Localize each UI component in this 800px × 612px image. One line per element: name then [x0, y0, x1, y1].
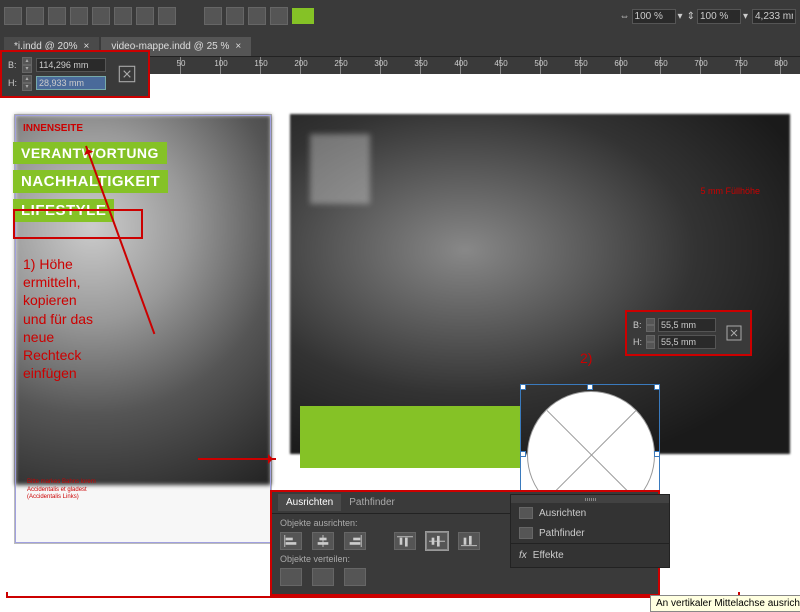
title-bar: NACHHALTIGKEIT: [13, 170, 168, 193]
stepper-icon[interactable]: ▴▾: [22, 57, 32, 73]
constrain-icon[interactable]: [724, 316, 744, 350]
fill-swatch[interactable]: [292, 8, 314, 24]
stepper-icon[interactable]: [646, 318, 655, 332]
panel-item-label: Pathfinder: [539, 528, 585, 539]
align-right-button[interactable]: [344, 532, 366, 550]
annotation-arrow: [198, 458, 276, 460]
tool-icon[interactable]: [4, 7, 22, 25]
height-input[interactable]: [36, 76, 106, 90]
constrain-icon[interactable]: [112, 56, 142, 92]
annotation-box: [13, 209, 143, 239]
distribute-button[interactable]: [280, 568, 302, 586]
document-page: INNENSEITE VERANTWORTUNG NACHHALTIGKEIT …: [14, 114, 272, 544]
workspace: INNENSEITE VERANTWORTUNG NACHHALTIGKEIT …: [0, 74, 800, 600]
tool-icon[interactable]: [48, 7, 66, 25]
panel-item-label: Effekte: [533, 550, 564, 561]
selection-handle[interactable]: [654, 451, 660, 457]
scale-y-field[interactable]: ⇕▾: [687, 9, 748, 24]
distribute-buttons: [272, 568, 658, 586]
image-highlight: [310, 134, 370, 204]
coord-input[interactable]: [752, 9, 796, 24]
tool-icon[interactable]: [204, 7, 222, 25]
pathfinder-icon: [519, 527, 533, 539]
wh-panel-annotation: B: ▴▾ H: ▴▾: [0, 50, 150, 98]
tool-icon[interactable]: [158, 7, 176, 25]
panel-strip: Ausrichten Pathfinder fx Effekte: [510, 494, 670, 568]
width-label: B:: [8, 60, 18, 70]
panel-grip[interactable]: [511, 495, 669, 503]
distribute-button[interactable]: [344, 568, 366, 586]
width-label: B:: [633, 320, 643, 330]
tab-close-icon[interactable]: ×: [235, 41, 241, 52]
tool-icon[interactable]: [248, 7, 266, 25]
scale-y-input[interactable]: [697, 9, 741, 24]
align-left-button[interactable]: [280, 532, 302, 550]
width-input[interactable]: [36, 58, 106, 72]
tool-icon[interactable]: [136, 7, 154, 25]
scale-x-input[interactable]: [632, 9, 676, 24]
height-label: H:: [8, 78, 18, 88]
page-caption: Bitte markes Bahns lorem Accidentalis et…: [27, 479, 96, 501]
tool-icon[interactable]: [114, 7, 132, 25]
height-input[interactable]: [658, 335, 716, 349]
selection-handle[interactable]: [520, 384, 526, 390]
tool-icon[interactable]: [70, 7, 88, 25]
align-vcenter-button[interactable]: [426, 532, 448, 550]
selection-handle[interactable]: [520, 451, 526, 457]
tool-icon[interactable]: [226, 7, 244, 25]
panel-item-ausrichten[interactable]: Ausrichten: [511, 503, 669, 523]
main-toolbar: ⇔▾ ⇕▾: [0, 0, 800, 32]
selection-handle[interactable]: [587, 384, 593, 390]
align-bottom-button[interactable]: [458, 532, 480, 550]
coord-field[interactable]: [752, 9, 796, 24]
scale-x-field[interactable]: ⇔▾: [620, 9, 683, 24]
tool-icon[interactable]: [92, 7, 110, 25]
green-rectangle-object[interactable]: [300, 406, 520, 468]
panel-item-effekte[interactable]: fx Effekte: [511, 543, 669, 567]
panel-item-label: Ausrichten: [539, 508, 586, 519]
height-label: H:: [633, 337, 643, 347]
annotation-number: 2): [580, 350, 592, 366]
wh-panel-annotation-2: B: H:: [625, 310, 752, 356]
tooltip: An vertikaler Mittelachse ausricht: [650, 595, 800, 612]
tool-icon[interactable]: [26, 7, 44, 25]
page-label: INNENSEITE: [23, 123, 83, 134]
annotation-text: 1) Höhe ermitteln, kopieren und für das …: [23, 255, 93, 382]
tab-ausrichten[interactable]: Ausrichten: [278, 494, 341, 511]
align-icon: [519, 507, 533, 519]
tool-icon[interactable]: [270, 7, 288, 25]
align-top-button[interactable]: [394, 532, 416, 550]
align-hcenter-button[interactable]: [312, 532, 334, 550]
stepper-icon[interactable]: ▴▾: [22, 75, 32, 91]
width-input[interactable]: [658, 318, 716, 332]
panel-item-pathfinder[interactable]: Pathfinder: [511, 523, 669, 543]
annotation-label: 5 mm Füllhöhe: [700, 186, 760, 196]
selection-handle[interactable]: [654, 384, 660, 390]
fx-icon: fx: [519, 550, 527, 561]
tab-pathfinder[interactable]: Pathfinder: [341, 494, 403, 511]
distribute-button[interactable]: [312, 568, 334, 586]
stepper-icon[interactable]: [646, 335, 655, 349]
